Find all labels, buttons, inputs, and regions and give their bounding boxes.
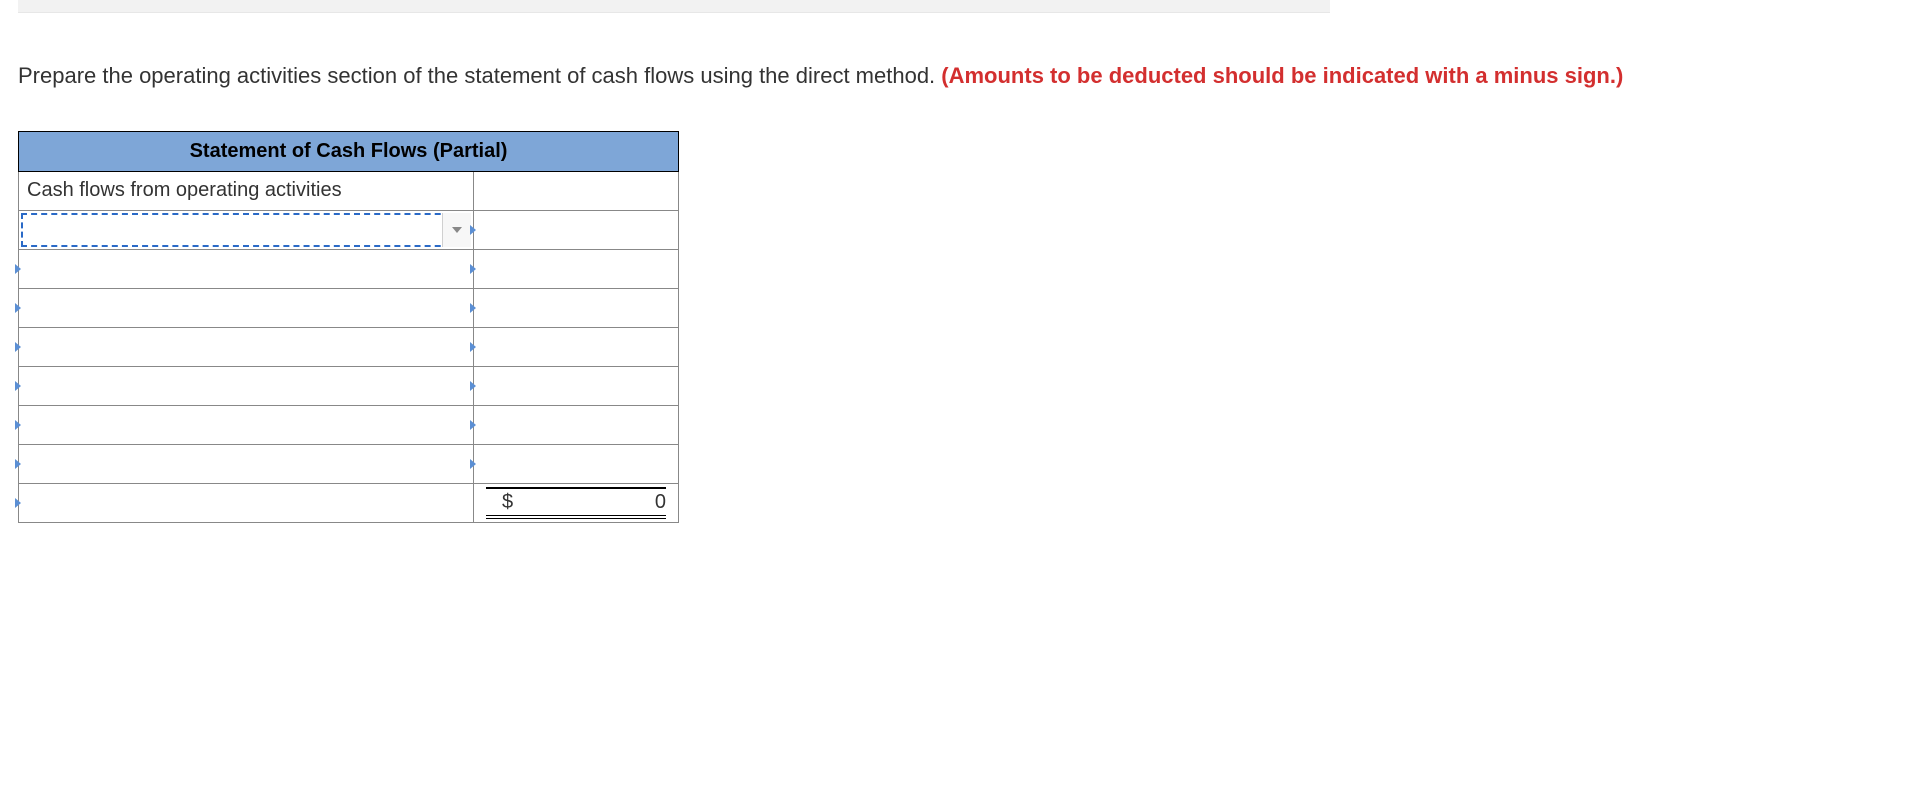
line-item-label-input[interactable]	[19, 327, 474, 366]
expand-indicator-icon	[470, 459, 476, 469]
line-item-value-input[interactable]	[474, 327, 679, 366]
line-item-label-input[interactable]	[19, 366, 474, 405]
expand-indicator-icon	[15, 459, 21, 469]
expand-indicator-icon	[470, 225, 476, 235]
expand-indicator-icon	[15, 381, 21, 391]
cash-flow-table: Statement of Cash Flows (Partial) Cash f…	[18, 131, 679, 523]
expand-indicator-icon	[470, 342, 476, 352]
line-item-value-input[interactable]	[474, 288, 679, 327]
line-item-label-input[interactable]	[19, 249, 474, 288]
section-heading: Cash flows from operating activities	[19, 173, 473, 208]
cash-flow-table-wrap: Statement of Cash Flows (Partial) Cash f…	[18, 131, 678, 523]
currency-symbol: $	[486, 491, 513, 514]
expand-indicator-icon	[15, 264, 21, 274]
section-heading-value	[474, 171, 679, 210]
table-row	[19, 210, 679, 249]
line-item-value-input[interactable]	[474, 444, 679, 483]
line-item-label-input[interactable]	[19, 288, 474, 327]
line-item-label-input[interactable]	[19, 405, 474, 444]
expand-indicator-icon	[470, 420, 476, 430]
table-row	[19, 249, 679, 288]
table-row	[19, 444, 679, 483]
total-value: 0	[655, 491, 666, 514]
table-row	[19, 405, 679, 444]
table-row	[19, 288, 679, 327]
table-row	[19, 327, 679, 366]
dropdown-field[interactable]	[21, 213, 471, 247]
line-item-label-input[interactable]	[19, 444, 474, 483]
instruction-emphasis: (Amounts to be deducted should be indica…	[941, 63, 1623, 88]
line-item-value-input[interactable]	[474, 405, 679, 444]
line-item-value-input[interactable]	[474, 366, 679, 405]
header-strip	[18, 0, 1330, 13]
total-row: $ 0	[19, 483, 679, 522]
total-label-input[interactable]	[19, 483, 474, 522]
instruction-text: Prepare the operating activities section…	[18, 61, 1912, 91]
line-item-dropdown[interactable]	[19, 210, 474, 249]
total-value-wrap: $ 0	[486, 487, 666, 519]
expand-indicator-icon	[470, 303, 476, 313]
table-title: Statement of Cash Flows (Partial)	[19, 131, 679, 171]
expand-indicator-icon	[15, 342, 21, 352]
table-row	[19, 366, 679, 405]
dropdown-toggle[interactable]	[442, 213, 471, 247]
content: Prepare the operating activities section…	[0, 13, 1930, 523]
expand-indicator-icon	[15, 420, 21, 430]
instruction-plain: Prepare the operating activities section…	[18, 63, 941, 88]
chevron-down-icon	[452, 227, 462, 233]
section-heading-cell: Cash flows from operating activities	[19, 171, 474, 210]
expand-indicator-icon	[15, 498, 21, 508]
line-item-value-input[interactable]	[474, 249, 679, 288]
line-item-value-input[interactable]	[474, 210, 679, 249]
expand-indicator-icon	[15, 303, 21, 313]
expand-indicator-icon	[470, 264, 476, 274]
total-value-cell: $ 0	[474, 483, 679, 522]
expand-indicator-icon	[470, 381, 476, 391]
